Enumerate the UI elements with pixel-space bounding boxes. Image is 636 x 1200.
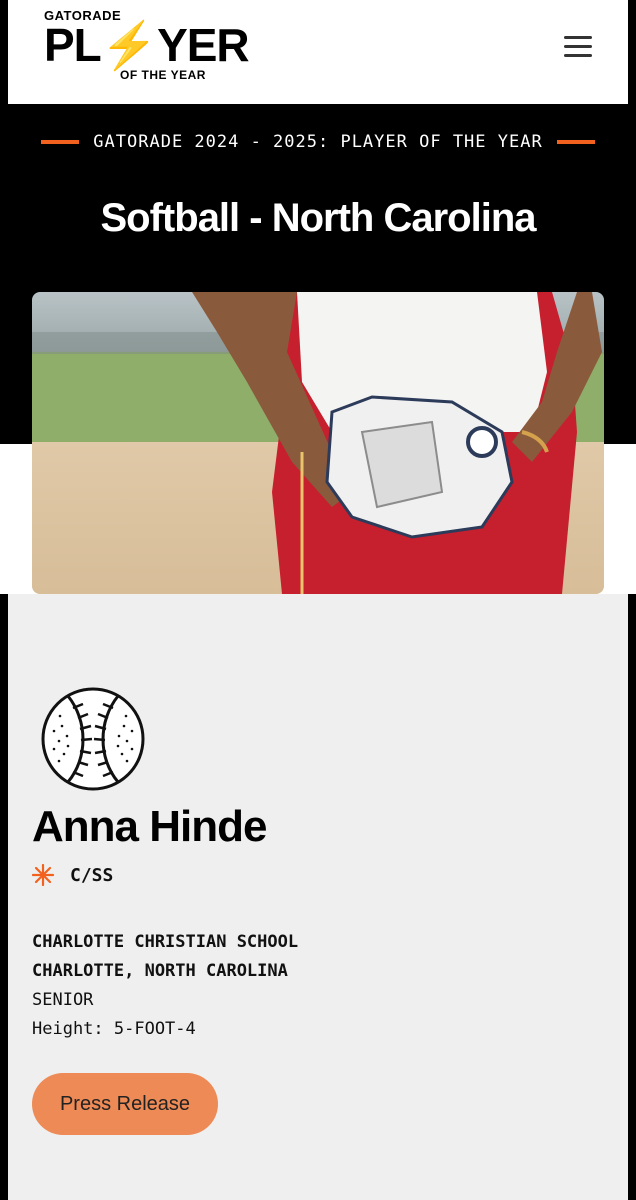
logo-main-text: PL⚡YER bbox=[44, 19, 250, 71]
softball-icon bbox=[40, 686, 146, 792]
player-info: CHARLOTTE CHRISTIAN SCHOOL CHARLOTTE, NO… bbox=[32, 928, 298, 1044]
player-height: Height: 5-FOOT-4 bbox=[32, 1019, 196, 1039]
site-header: GATORADE PL⚡YER OF THE YEAR bbox=[8, 0, 628, 104]
menu-icon[interactable] bbox=[564, 36, 592, 60]
logo-sub-text: OF THE YEAR bbox=[120, 68, 206, 82]
page: GATORADE PL⚡YER OF THE YEAR GATORADE 202… bbox=[0, 0, 636, 1200]
logo-main-b: YER bbox=[157, 19, 250, 71]
eyebrow-text: GATORADE 2024 - 2025: PLAYER OF THE YEAR bbox=[93, 132, 543, 152]
bolt-icon: ⚡ bbox=[100, 19, 158, 71]
logo-main-a: PL bbox=[44, 19, 102, 71]
page-title: Softball - North Carolina bbox=[100, 196, 537, 240]
player-year: SENIOR bbox=[32, 990, 94, 1010]
position-row: C/SS bbox=[32, 864, 113, 886]
eyebrow-dash-right bbox=[556, 140, 595, 144]
player-location: CHARLOTTE, NORTH CAROLINA bbox=[32, 961, 288, 981]
player-school: CHARLOTTE CHRISTIAN SCHOOL bbox=[32, 932, 299, 952]
player-photo bbox=[32, 292, 604, 594]
player-position: C/SS bbox=[70, 864, 114, 886]
player-name: Anna Hinde bbox=[32, 802, 267, 851]
eyebrow-dash-left bbox=[41, 140, 80, 144]
press-release-button[interactable]: Press Release bbox=[32, 1073, 218, 1135]
gatorade-poy-logo[interactable]: GATORADE PL⚡YER OF THE YEAR bbox=[44, 8, 250, 88]
award-eyebrow: GATORADE 2024 - 2025: PLAYER OF THE YEAR bbox=[0, 132, 636, 152]
starburst-icon bbox=[32, 864, 54, 886]
